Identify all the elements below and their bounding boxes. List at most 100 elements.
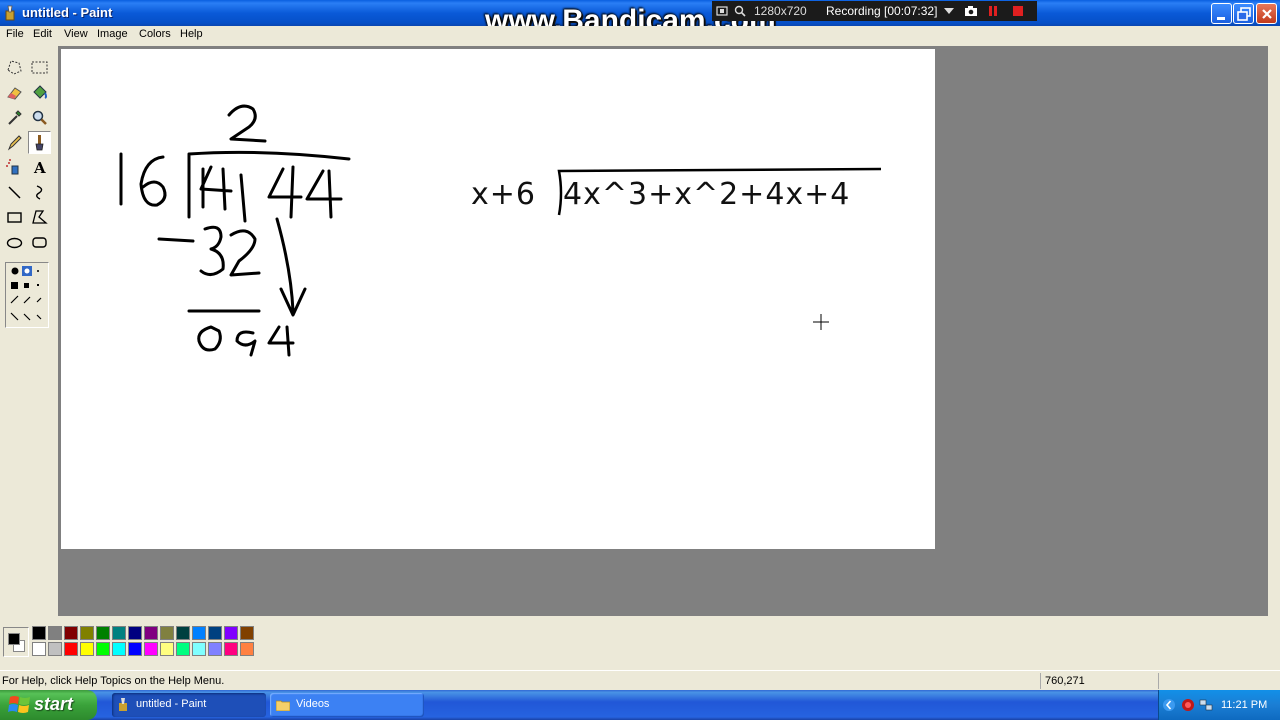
rectangle-icon — [7, 212, 22, 223]
pencil-tool[interactable] — [3, 131, 26, 154]
start-button[interactable]: start — [0, 690, 97, 720]
taskbar-item-label: Videos — [296, 698, 330, 710]
brush-icon — [35, 135, 44, 151]
crosshair-cursor-icon — [813, 314, 829, 330]
taskbar-item-videos[interactable]: Videos — [270, 693, 424, 717]
pause-icon[interactable] — [988, 5, 998, 17]
status-help-text: For Help, click Help Topics on the Help … — [2, 675, 225, 687]
palette-color-swatch[interactable] — [64, 642, 78, 656]
palette-color-swatch[interactable] — [48, 642, 62, 656]
curve-tool[interactable] — [28, 181, 51, 204]
maximize-button[interactable] — [1233, 3, 1254, 24]
chevron-left-icon[interactable] — [1163, 698, 1175, 712]
palette-color-swatch[interactable] — [80, 626, 94, 640]
palette-color-swatch[interactable] — [96, 642, 110, 656]
palette-color-swatch[interactable] — [160, 626, 174, 640]
palette-color-swatch[interactable] — [208, 642, 222, 656]
palette-color-swatch[interactable] — [144, 626, 158, 640]
status-separator — [1158, 673, 1159, 689]
line-icon — [8, 186, 21, 199]
brush-tool[interactable] — [28, 131, 51, 154]
rectangle-tool[interactable] — [3, 206, 26, 229]
palette-color-swatch[interactable] — [240, 642, 254, 656]
eraser-tool[interactable] — [3, 81, 26, 104]
rounded-rectangle-tool[interactable] — [28, 231, 51, 254]
free-form-select-icon — [7, 60, 22, 75]
window-target-icon[interactable] — [716, 5, 728, 17]
paint-app-icon — [119, 698, 127, 711]
menu-help[interactable]: Help — [180, 28, 203, 40]
pick-color-tool[interactable] — [3, 106, 26, 129]
palette-color-swatch[interactable] — [240, 626, 254, 640]
ellipse-icon — [6, 237, 23, 249]
close-button[interactable] — [1256, 3, 1277, 24]
current-colors — [3, 627, 29, 657]
palette-color-swatch[interactable] — [112, 626, 126, 640]
palette-color-swatch[interactable] — [192, 626, 206, 640]
menu-edit[interactable]: Edit — [33, 28, 52, 40]
select-tool[interactable] — [28, 56, 51, 79]
airbrush-tool[interactable] — [3, 156, 26, 179]
palette-color-swatch[interactable] — [64, 626, 78, 640]
palette-color-swatch[interactable] — [32, 642, 46, 656]
palette-color-swatch[interactable] — [176, 642, 190, 656]
palette-color-swatch[interactable] — [112, 642, 126, 656]
rectangle-select-icon — [31, 61, 48, 74]
menu-file[interactable]: File — [6, 28, 24, 40]
magnifier-tool[interactable] — [28, 106, 51, 129]
palette-color-swatch[interactable] — [160, 642, 174, 656]
system-tray: 11:21 PM — [1158, 690, 1280, 720]
palette-color-swatch[interactable] — [208, 626, 222, 640]
magnifier-icon — [32, 110, 47, 125]
camera-icon[interactable] — [964, 5, 978, 17]
ellipse-tool[interactable] — [3, 231, 26, 254]
rounded-rectangle-icon — [32, 237, 47, 248]
free-form-select-tool[interactable] — [3, 56, 26, 79]
palette-color-swatch[interactable] — [128, 642, 142, 656]
airbrush-icon — [6, 159, 19, 175]
recording-toolbar: 1280x720 Recording [00:07:32] — [712, 1, 1037, 21]
typed-divisor: x+6 — [471, 177, 536, 212]
menu-image[interactable]: Image — [97, 28, 128, 40]
title-bar[interactable]: untitled - Paint www.Bandicam.com 1280x7… — [0, 0, 1280, 37]
drawing-canvas[interactable]: x+6 4x^3+x^2+4x+4 — [61, 49, 935, 549]
close-icon — [1262, 9, 1272, 19]
palette-color-swatch[interactable] — [96, 626, 110, 640]
paint-window: untitled - Paint www.Bandicam.com 1280x7… — [0, 0, 1280, 720]
menu-bar: File Edit View Image Colors Help — [0, 26, 1280, 44]
text-tool[interactable]: A — [28, 156, 51, 179]
status-bar: For Help, click Help Topics on the Help … — [0, 670, 1280, 690]
taskbar: start untitled - Paint Videos 11:21 PM — [0, 690, 1280, 720]
vertical-scrollbar[interactable] — [1268, 46, 1280, 616]
palette-color-swatch[interactable] — [48, 626, 62, 640]
palette-color-swatch[interactable] — [80, 642, 94, 656]
fill-with-color-tool[interactable] — [28, 81, 51, 104]
palette-color-swatch[interactable] — [192, 642, 206, 656]
record-icon[interactable] — [1181, 698, 1195, 712]
palette-color-swatch[interactable] — [32, 626, 46, 640]
line-tool[interactable] — [3, 181, 26, 204]
minimize-button[interactable] — [1211, 3, 1232, 24]
palette-color-swatch[interactable] — [224, 642, 238, 656]
menu-view[interactable]: View — [64, 28, 88, 40]
search-icon[interactable] — [734, 5, 746, 17]
palette-color-swatch[interactable] — [176, 626, 190, 640]
eraser-icon — [7, 87, 22, 100]
palette-color-swatch[interactable] — [224, 626, 238, 640]
taskbar-item-paint[interactable]: untitled - Paint — [112, 693, 266, 717]
status-separator — [1040, 673, 1041, 689]
text-icon: A — [33, 159, 46, 177]
brush-options[interactable] — [5, 262, 49, 328]
menu-colors[interactable]: Colors — [139, 28, 171, 40]
folder-icon — [276, 700, 290, 711]
system-clock: 11:21 PM — [1221, 699, 1268, 711]
palette-color-swatch[interactable] — [128, 626, 142, 640]
dropdown-arrow-icon[interactable] — [944, 8, 954, 14]
stop-icon[interactable] — [1012, 5, 1024, 17]
polygon-tool[interactable] — [28, 206, 51, 229]
paint-app-icon — [5, 5, 15, 21]
network-icon[interactable] — [1199, 698, 1213, 712]
typed-dividend: 4x^3+x^2+4x+4 — [563, 177, 851, 212]
foreground-color-swatch[interactable] — [8, 633, 20, 645]
palette-color-swatch[interactable] — [144, 642, 158, 656]
